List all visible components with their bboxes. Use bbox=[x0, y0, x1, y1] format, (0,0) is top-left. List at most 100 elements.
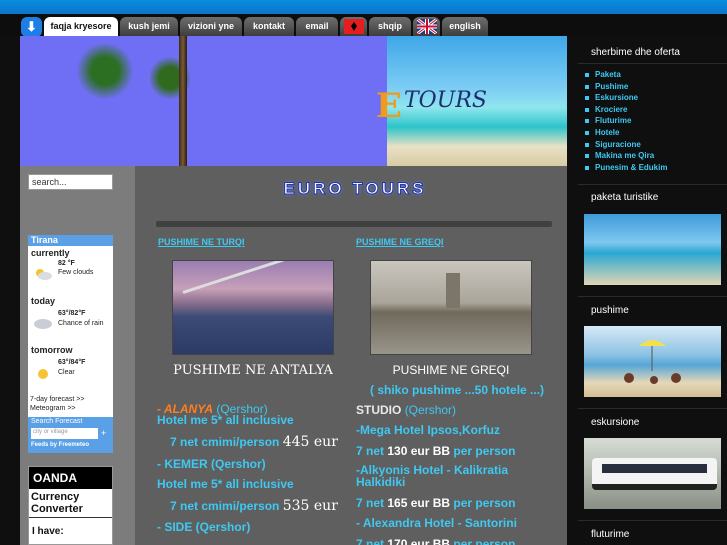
see-hotels-link[interactable]: ( shiko pushime ...50 hotele ...) bbox=[370, 383, 544, 397]
price-nights: 7 net bbox=[356, 496, 385, 510]
bus-window bbox=[602, 464, 707, 473]
tab-english[interactable]: english bbox=[442, 17, 488, 36]
tab-email[interactable]: email bbox=[296, 17, 338, 36]
forecast-search-bar: Search Forecast city or village + Feeds … bbox=[28, 417, 113, 453]
thessaloniki-photo[interactable] bbox=[370, 260, 532, 355]
albanian-flag-icon bbox=[344, 19, 364, 34]
tab-faqja-kryesore[interactable]: faqja kryesore bbox=[44, 17, 118, 36]
studio-label: STUDIO bbox=[356, 403, 402, 417]
tab-vizioni-yne[interactable]: vizioni yne bbox=[180, 17, 242, 36]
plus-icon[interactable]: + bbox=[101, 428, 106, 438]
tomorrow-label: tomorrow bbox=[31, 345, 73, 355]
currently-label: currently bbox=[31, 248, 70, 258]
uk-flag-icon bbox=[416, 17, 438, 36]
services-title: sherbime dhe oferta bbox=[591, 47, 680, 58]
logo-word: TOURS bbox=[404, 88, 487, 113]
greece-caption: PUSHIME NE GREQI bbox=[392, 363, 510, 377]
section-heading-greece[interactable]: PUSHIME NE GREQI bbox=[356, 237, 444, 247]
today-desc: Chance of rain bbox=[58, 320, 104, 327]
currently-desc: Few clouds bbox=[58, 269, 94, 276]
tab-kush-jemi[interactable]: kush jemi bbox=[120, 17, 178, 36]
today-temp: 63°/82°F bbox=[58, 310, 86, 317]
price-label: 7 net cmimi/person bbox=[170, 435, 280, 449]
list-item[interactable]: Punesim & Edukim bbox=[585, 162, 667, 174]
converter-title: Currency Converter bbox=[29, 489, 112, 518]
hotel-line: Hotel me 5* all inclusive bbox=[157, 413, 294, 427]
search-forecast-label: Search Forecast bbox=[31, 418, 83, 425]
services-list: Paketa Pushime Eskursione Krociere Flutu… bbox=[585, 69, 667, 173]
price-unit: per person bbox=[453, 496, 516, 510]
currency-converter: OANDA Currency Converter I have: bbox=[28, 466, 113, 545]
hotel-line: -Alkyonis Hotel - Kalikratia Halkidiki bbox=[356, 463, 509, 489]
list-item[interactable]: Fluturime bbox=[585, 115, 667, 127]
albanian-flag-button[interactable] bbox=[340, 17, 367, 36]
list-item[interactable]: Paketa bbox=[585, 69, 667, 81]
umbrella-icon bbox=[624, 340, 681, 384]
holidays-title: pushime bbox=[591, 305, 629, 316]
price-nights: 7 net bbox=[356, 444, 385, 458]
divider bbox=[578, 408, 727, 409]
packages-title: paketa turistike bbox=[591, 192, 659, 203]
price-line: 7 net 130 eur BB per person bbox=[356, 444, 515, 458]
price-unit: per person bbox=[453, 444, 516, 458]
tomorrow-temp: 63°/84°F bbox=[58, 359, 86, 366]
oanda-brand: OANDA bbox=[33, 471, 77, 485]
feeds-credit[interactable]: Feeds by Freemeteo bbox=[31, 442, 89, 448]
tower-shape bbox=[446, 273, 460, 308]
list-item[interactable]: Pushime bbox=[585, 81, 667, 93]
divider bbox=[156, 221, 552, 227]
list-item[interactable]: Hotele bbox=[585, 127, 667, 139]
forecast-link[interactable]: 7-day forecast >> bbox=[30, 396, 84, 403]
list-item[interactable]: Makina me Qira bbox=[585, 150, 667, 162]
side-line: - SIDE (Qershor) bbox=[157, 520, 251, 534]
excursions-image[interactable] bbox=[584, 438, 721, 509]
english-flag-button[interactable] bbox=[413, 17, 440, 36]
studio-month: (Qershor) bbox=[404, 403, 457, 417]
antalya-caption: PUSHIME NE ANTALYA bbox=[173, 363, 333, 378]
rain-cloud-icon bbox=[33, 317, 53, 331]
top-accent-bar bbox=[0, 0, 727, 14]
palm-decoration bbox=[70, 41, 140, 101]
weather-widget: Tirana currently 82 °F Few clouds today … bbox=[28, 235, 113, 453]
price-line: 7 net cmimi/person 535 eur bbox=[170, 498, 338, 514]
bus-icon bbox=[592, 458, 717, 490]
price-value: 445 eur bbox=[282, 434, 338, 450]
bridge-shape bbox=[182, 261, 327, 294]
section-heading-turkey[interactable]: PUSHIME NE TURQI bbox=[158, 237, 245, 247]
logo-letter: E bbox=[376, 86, 402, 126]
price-label: 7 net cmimi/person bbox=[170, 499, 280, 513]
tab-kontakt[interactable]: kontakt bbox=[244, 17, 294, 36]
list-item[interactable]: Siguracione bbox=[585, 139, 667, 151]
tab-shqip[interactable]: shqip bbox=[369, 17, 411, 36]
packages-image[interactable] bbox=[584, 214, 721, 285]
price-value: 535 eur bbox=[282, 498, 338, 514]
oanda-logo[interactable]: OANDA bbox=[29, 467, 112, 489]
meteogram-link[interactable]: Meteogram >> bbox=[30, 405, 76, 412]
price-unit: per person bbox=[453, 537, 516, 545]
price-nights: 7 net bbox=[356, 537, 385, 545]
studio-line: STUDIO (Qershor) bbox=[356, 403, 456, 417]
divider bbox=[578, 520, 727, 521]
palm-trunk-decoration bbox=[179, 36, 187, 166]
holidays-image[interactable] bbox=[584, 326, 721, 397]
hotel-line: - Alexandra Hotel - Santorini bbox=[356, 516, 517, 530]
flights-title: fluturime bbox=[591, 529, 630, 540]
down-arrow-icon[interactable]: ⬇ bbox=[21, 17, 42, 37]
city-search-input[interactable]: city or village bbox=[31, 428, 98, 439]
list-item[interactable]: Eskursione bbox=[585, 92, 667, 104]
price-line: 7 net 170 eur BB per person bbox=[356, 537, 515, 545]
sun-icon bbox=[33, 367, 53, 381]
search-input[interactable] bbox=[28, 174, 113, 190]
divider bbox=[578, 296, 727, 297]
hotel-line: -Mega Hotel Ipsos,Korfuz bbox=[356, 423, 501, 437]
excursions-title: eskursione bbox=[591, 417, 640, 428]
tomorrow-desc: Clear bbox=[58, 369, 75, 376]
price-value: 130 eur BB bbox=[387, 444, 451, 458]
partly-cloudy-icon bbox=[33, 267, 53, 281]
list-item[interactable]: Krociere bbox=[585, 104, 667, 116]
istanbul-photo[interactable] bbox=[172, 260, 334, 355]
price-line: 7 net 165 eur BB per person bbox=[356, 496, 515, 510]
price-value: 170 eur BB bbox=[387, 537, 451, 545]
today-label: today bbox=[31, 296, 56, 306]
divider bbox=[578, 184, 727, 185]
